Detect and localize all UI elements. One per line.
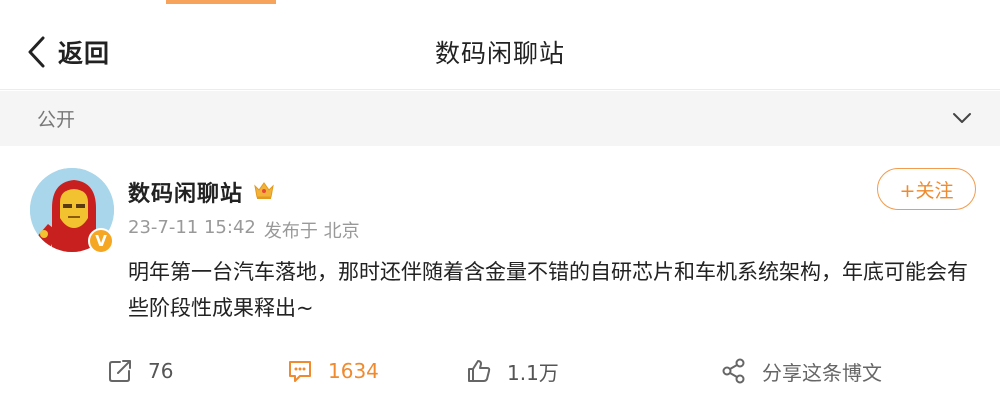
post-card: V 数码闲聊站 23-7-11 15:42 发布于 北京 +关注 明年第一台汽车… (0, 146, 1000, 413)
chevron-down-icon[interactable] (950, 106, 974, 130)
avatar[interactable]: V (30, 168, 114, 254)
repost-icon (109, 360, 131, 382)
share-button[interactable]: 分享这条博文 (720, 351, 882, 391)
post-content: 明年第一台汽车落地，那时还伴随着含金量不错的自研芯片和车机系统架构，年底可能会有… (128, 260, 968, 320)
repost-count: 76 (148, 359, 174, 383)
visibility-bar: 公开 (0, 91, 1000, 146)
post-location: 发布于 北京 (263, 221, 360, 242)
share-icon (722, 358, 745, 384)
verified-badge: V (88, 228, 114, 254)
repost-button[interactable]: 76 (106, 351, 173, 391)
post-meta: 23-7-11 15:42 发布于 北京 (128, 217, 368, 243)
crown-icon (254, 182, 274, 199)
like-button[interactable]: 1.1万 (465, 351, 559, 391)
follow-button[interactable]: +关注 (877, 168, 976, 210)
comment-button[interactable]: 1634 (286, 351, 379, 391)
post-action-bar: 76 1634 1.1万 分享这条博文 (0, 351, 1000, 391)
thumbs-up-icon (468, 360, 491, 382)
page-title: 数码闲聊站 (434, 39, 565, 68)
post-timestamp: 23-7-11 15:42 (128, 217, 256, 238)
top-navigation-bar: 返回 数码闲聊站 (0, 4, 1000, 90)
share-label: 分享这条博文 (762, 360, 882, 385)
comment-icon (289, 361, 311, 382)
post-author-name[interactable]: 数码闲聊站 (128, 176, 243, 208)
like-count: 1.1万 (507, 360, 559, 385)
visibility-label: 公开 (37, 109, 76, 131)
comment-count: 1634 (328, 359, 379, 383)
